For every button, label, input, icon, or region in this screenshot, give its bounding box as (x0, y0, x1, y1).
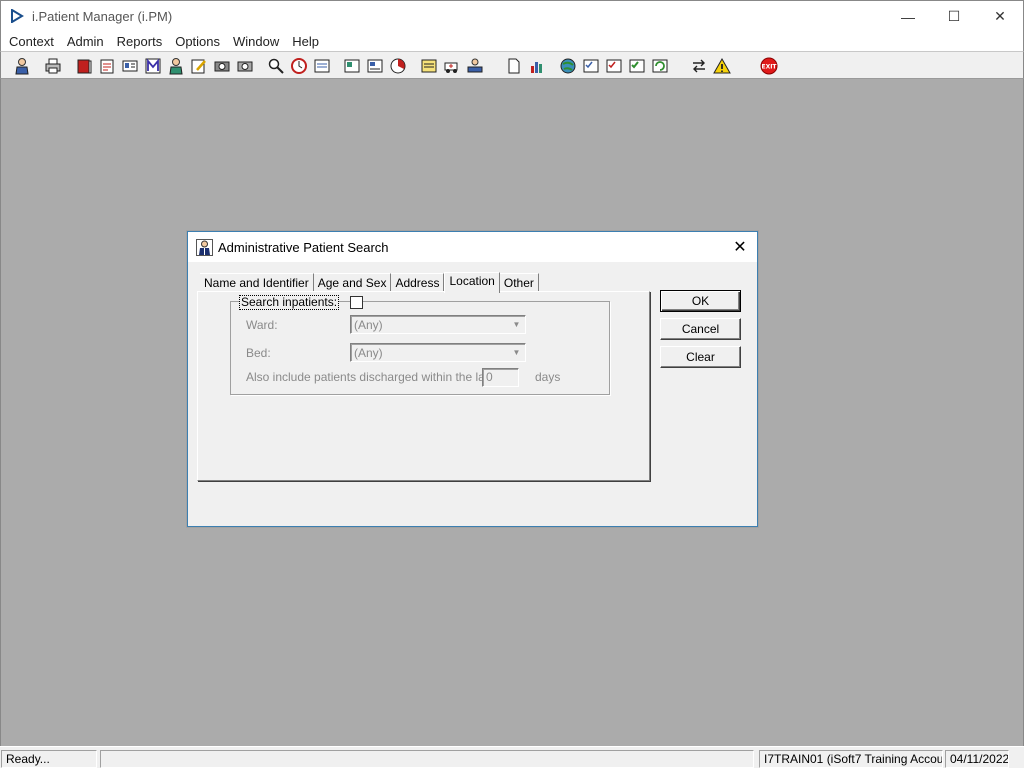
menu-bar: Context Admin Reports Options Window Hel… (0, 31, 1024, 51)
tab-other[interactable]: Other (499, 273, 539, 292)
search-inpatients-label: Search inpatients: (239, 295, 340, 310)
camera-icon-2[interactable] (234, 55, 255, 76)
exit-icon[interactable]: EXIT (758, 55, 779, 76)
status-message: Ready... (1, 750, 97, 768)
ward-select[interactable]: (Any) ▼ (350, 315, 526, 334)
note-yellow-icon[interactable] (418, 55, 439, 76)
minimize-button[interactable]: — (885, 1, 931, 32)
checklist-green-icon[interactable] (626, 55, 647, 76)
document-icon[interactable] (503, 55, 524, 76)
menu-options[interactable]: Options (170, 34, 225, 49)
list-icon[interactable] (311, 55, 332, 76)
dialog-close-button[interactable]: ✕ (731, 238, 749, 256)
id-card-icon[interactable] (119, 55, 140, 76)
toolbar: EXIT (0, 51, 1024, 79)
tab-location[interactable]: Location (444, 272, 500, 293)
tab-name-and-identifier[interactable]: Name and Identifier (200, 273, 314, 292)
dialog-title: Administrative Patient Search (218, 239, 389, 255)
status-bar: Ready... I7TRAIN01 (iSoft7 Training Acco… (0, 746, 1024, 768)
search-inpatients-checkbox[interactable] (350, 296, 363, 309)
bed-value: (Any) (354, 346, 383, 360)
globe-icon[interactable] (557, 55, 578, 76)
notes-icon[interactable] (96, 55, 117, 76)
ward-value: (Any) (354, 318, 383, 332)
status-account: I7TRAIN01 (iSoft7 Training Account) (759, 750, 943, 768)
chart-icon[interactable] (387, 55, 408, 76)
status-date: 04/11/2022 (945, 750, 1009, 768)
patient-icon[interactable] (11, 55, 32, 76)
patient-search-dialog: Administrative Patient Search ✕ Name and… (187, 231, 758, 527)
chevron-down-icon: ▼ (512, 348, 521, 357)
warning-icon[interactable] (711, 55, 732, 76)
menu-reports[interactable]: Reports (112, 34, 168, 49)
days-label: days (535, 370, 561, 384)
printer-icon[interactable] (42, 55, 63, 76)
tab-age-and-sex[interactable]: Age and Sex (313, 273, 392, 292)
card-icon[interactable] (341, 55, 362, 76)
ward-icon[interactable] (464, 55, 485, 76)
discharged-days-input[interactable]: 0 (482, 368, 519, 387)
menu-context[interactable]: Context (4, 34, 59, 49)
camera-icon[interactable] (211, 55, 232, 76)
menu-help[interactable]: Help (287, 34, 324, 49)
checklist-icon-2[interactable] (603, 55, 624, 76)
svg-text:EXIT: EXIT (761, 63, 777, 70)
bar-chart-icon[interactable] (526, 55, 547, 76)
discharged-label: Also include patients discharged within … (246, 370, 498, 384)
dialog-title-bar: Administrative Patient Search ✕ (188, 232, 757, 262)
search-icon[interactable] (265, 55, 286, 76)
checklist-icon[interactable] (580, 55, 601, 76)
ok-button[interactable]: OK (660, 290, 741, 312)
menu-window[interactable]: Window (228, 34, 284, 49)
form-icon[interactable] (364, 55, 385, 76)
swap-icon[interactable] (688, 55, 709, 76)
tab-address[interactable]: Address (391, 273, 445, 292)
ambulance-icon[interactable] (441, 55, 462, 76)
m-icon[interactable] (142, 55, 163, 76)
bed-label: Bed: (246, 346, 271, 360)
refresh-list-icon[interactable] (649, 55, 670, 76)
clock-icon[interactable] (288, 55, 309, 76)
edit-icon[interactable] (188, 55, 209, 76)
chevron-down-icon: ▼ (512, 320, 521, 329)
tab-strip: Name and Identifier Age and Sex Address … (200, 272, 539, 293)
close-window-button[interactable]: ✕ (977, 1, 1023, 32)
cancel-button[interactable]: Cancel (660, 318, 741, 340)
app-logo-icon (11, 9, 24, 23)
title-bar: i.Patient Manager (i.PM) — ☐ ✕ (0, 0, 1024, 31)
doctor-icon[interactable] (165, 55, 186, 76)
maximize-button[interactable]: ☐ (931, 1, 977, 32)
doctor-dialog-icon (196, 238, 213, 256)
ward-label: Ward: (246, 318, 278, 332)
app-title: i.Patient Manager (i.PM) (32, 8, 173, 24)
book-icon[interactable] (73, 55, 94, 76)
bed-select[interactable]: (Any) ▼ (350, 343, 526, 362)
menu-admin[interactable]: Admin (62, 34, 109, 49)
status-middle-pane (100, 750, 754, 768)
clear-button[interactable]: Clear (660, 346, 741, 368)
